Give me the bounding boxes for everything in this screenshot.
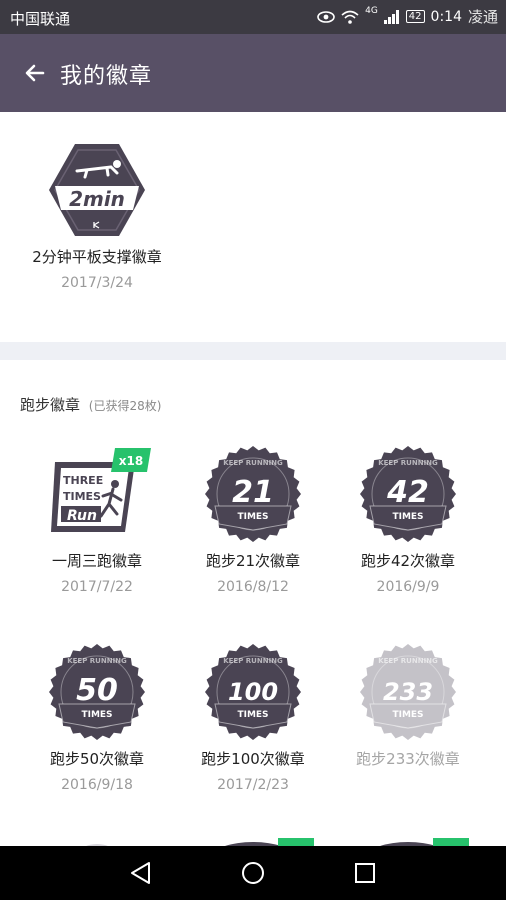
- featured-badge-area: 2min 2分钟平板支撑徽章 2017/3/24: [0, 112, 506, 342]
- arrow-left-icon: [25, 64, 45, 82]
- badge-plank-2min[interactable]: 2min 2分钟平板支撑徽章 2017/3/24: [22, 140, 172, 291]
- badge-run-100[interactable]: KEEP RUNNING 100 TIMES 跑步100次徽章 2017/2/23: [178, 642, 328, 793]
- badge-line-2: TIMES: [63, 490, 101, 503]
- eye-icon: [317, 10, 335, 23]
- badge-name: 跑步50次徽章: [49, 750, 145, 768]
- network-type: 4G: [365, 6, 378, 16]
- seal-number: 21: [232, 475, 274, 510]
- multiplier-tag: x18: [119, 454, 143, 468]
- badge-name: 2分钟平板支撑徽章: [32, 248, 162, 266]
- back-button[interactable]: [20, 58, 50, 88]
- badge-run-42[interactable]: KEEP RUNNING 42 TIMES 跑步42次徽章 2016/9/9: [333, 444, 483, 595]
- watermark-text: 凌通: [467, 8, 498, 26]
- seal-number: 42: [386, 475, 429, 510]
- badge-date: 2016/9/9: [376, 579, 440, 595]
- badge-three-runs-week[interactable]: THREE TIMES Run x18 一周三跑徽章 2017/7/22: [22, 444, 172, 595]
- badge-date: 2017/2/23: [217, 777, 289, 793]
- badge-name: 跑步233次徽章: [356, 750, 460, 768]
- section-divider: [0, 342, 506, 360]
- seal-ring-text: KEEP RUNNING: [223, 459, 283, 467]
- run-50-badge-icon: KEEP RUNNING 50 TIMES: [49, 644, 145, 740]
- battery-icon: 42: [405, 10, 425, 23]
- section-title-text: 跑步徽章: [20, 396, 81, 414]
- page-title: 我的徽章: [60, 64, 153, 89]
- badge-run-50[interactable]: KEEP RUNNING 50 TIMES 跑步50次徽章 2016/9/18: [22, 642, 172, 793]
- badge-name: 跑步42次徽章: [360, 552, 456, 570]
- status-icons: 4G 42 0:14 凌通: [317, 6, 498, 27]
- seal-sub-text: TIMES: [237, 512, 268, 522]
- badge-line-3: Run: [67, 508, 97, 524]
- app-bar: 我的徽章: [0, 34, 506, 112]
- badge-name: 一周三跑徽章: [51, 552, 142, 570]
- badge-line-1: THREE: [63, 474, 103, 487]
- badge-run-233[interactable]: KEEP RUNNING 233 TIMES 跑步233次徽章: [333, 642, 483, 777]
- plank-badge-icon: 2min: [49, 144, 145, 236]
- nav-back-icon[interactable]: [126, 858, 156, 888]
- wifi-icon: [341, 10, 359, 24]
- badge-name: 跑步21次徽章: [205, 552, 301, 570]
- battery-level: 42: [408, 11, 422, 22]
- plank-badge-text: 2min: [69, 187, 125, 211]
- seal-ring-text: KEEP RUNNING: [223, 657, 283, 665]
- run-42-badge-icon: KEEP RUNNING 42 TIMES: [360, 446, 456, 542]
- seal-number: 233: [383, 678, 433, 706]
- nav-home-icon[interactable]: [238, 858, 268, 888]
- seal-sub-text: TIMES: [392, 710, 423, 720]
- section-count: (已获得28枚): [88, 399, 162, 413]
- section-title: 跑步徽章 (已获得28枚): [20, 394, 161, 415]
- seal-sub-text: TIMES: [81, 710, 112, 720]
- badge-date: 2017/7/22: [61, 579, 133, 595]
- running-badges-section: 跑步徽章 (已获得28枚) THREE TIMES Run x18 一周三跑徽章…: [0, 360, 506, 846]
- seal-sub-text: TIMES: [392, 512, 423, 522]
- badge-date: 2017/3/24: [61, 275, 133, 291]
- system-nav-bar: [0, 846, 506, 900]
- status-time: 0:14: [430, 8, 462, 25]
- status-bar: 中国联通 4G 42 0:14 凌通: [0, 0, 506, 34]
- badge-run-21[interactable]: KEEP RUNNING 21 TIMES 跑步21次徽章 2016/8/12: [178, 444, 328, 595]
- badge-name: 跑步100次徽章: [201, 750, 305, 768]
- seal-number: 100: [228, 678, 278, 706]
- badge-date: 2016/9/18: [61, 777, 133, 793]
- carrier-label: 中国联通: [10, 10, 71, 28]
- seal-number: 50: [76, 673, 118, 708]
- three-times-run-badge-icon: THREE TIMES Run x18: [51, 448, 151, 532]
- signal-icon: [383, 9, 399, 24]
- run-21-badge-icon: KEEP RUNNING 21 TIMES: [205, 446, 301, 542]
- run-233-badge-icon: KEEP RUNNING 233 TIMES: [360, 644, 456, 740]
- run-100-badge-icon: KEEP RUNNING 100 TIMES: [205, 644, 301, 740]
- seal-ring-text: KEEP RUNNING: [378, 657, 438, 665]
- next-row-badges-peek: [86, 838, 469, 846]
- nav-recents-icon[interactable]: [350, 858, 380, 888]
- seal-sub-text: TIMES: [237, 710, 268, 720]
- seal-ring-text: KEEP RUNNING: [378, 459, 438, 467]
- seal-ring-text: KEEP RUNNING: [67, 657, 127, 665]
- badge-date: 2016/8/12: [217, 579, 289, 595]
